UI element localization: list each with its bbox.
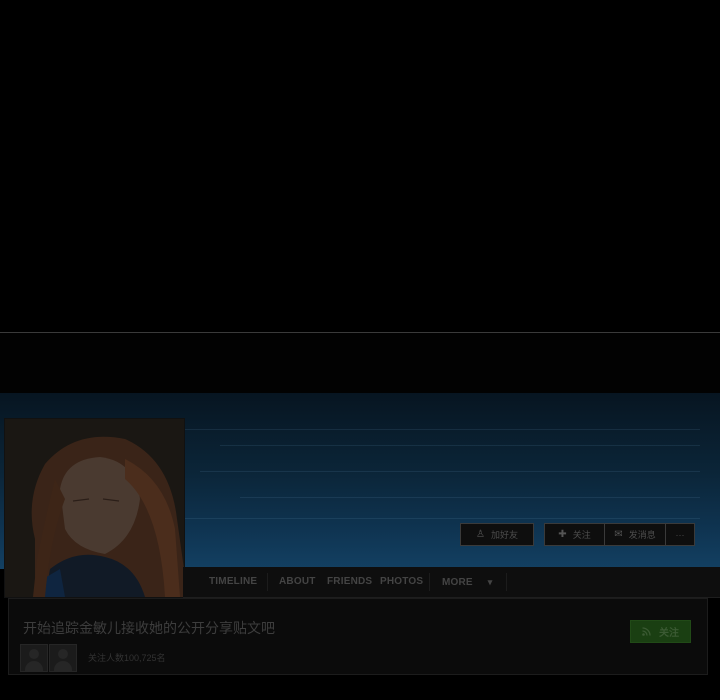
tab-divider <box>267 573 268 591</box>
follow-card-title: 开始追踪金敏儿接收她的公开分享贴文吧 <box>23 620 275 636</box>
avatar-illustration <box>5 419 184 597</box>
profile-tabs: TIMELINE ABOUT FRIENDS PHOTOS MORE ▾ <box>183 567 720 598</box>
add-friend-button[interactable]: ♙ 加好友 <box>460 523 534 546</box>
more-actions-button[interactable]: ··· <box>666 523 695 546</box>
tab-divider <box>429 573 430 591</box>
tab-friends[interactable]: FRIENDS <box>327 567 372 597</box>
page-bottom <box>0 675 720 700</box>
person-add-icon: ♙ <box>476 529 485 540</box>
follow-action-label: 关注 <box>572 530 591 540</box>
follower-count: 关注人数100,725名 <box>88 653 166 663</box>
profile-avatar[interactable] <box>4 418 185 598</box>
more-actions-label: ··· <box>675 529 685 540</box>
add-friend-label: 加好友 <box>490 530 518 540</box>
spacer <box>0 333 720 393</box>
tab-photos[interactable]: PHOTOS <box>380 567 423 597</box>
plus-icon: ✚ <box>558 529 567 540</box>
add-friend-group: ♙ 加好友 <box>460 523 534 546</box>
follow-action-button[interactable]: ✚ 关注 <box>544 523 605 546</box>
profile-actions: ✚ 关注 ✉ 发消息 ··· <box>544 523 695 546</box>
video-area <box>0 0 720 332</box>
message-button[interactable]: ✉ 发消息 <box>605 523 666 546</box>
rss-icon <box>642 627 651 636</box>
follow-button-label: 关注 <box>659 628 679 639</box>
follow-button[interactable]: 关注 <box>630 620 691 643</box>
follow-card: 开始追踪金敏儿接收她的公开分享贴文吧 关注人数100,725名 关注 <box>8 598 708 675</box>
follower-avatar[interactable] <box>20 644 48 672</box>
follower-avatar[interactable] <box>49 644 77 672</box>
message-label: 发消息 <box>628 530 656 540</box>
tab-timeline[interactable]: TIMELINE <box>209 567 257 597</box>
tab-divider <box>506 573 507 591</box>
tab-about[interactable]: ABOUT <box>279 567 316 597</box>
chevron-down-icon: ▾ <box>487 577 493 587</box>
chat-bubble-icon: ✉ <box>614 529 623 540</box>
tab-more-label: MORE <box>442 577 473 588</box>
tab-more[interactable]: MORE ▾ <box>442 567 493 597</box>
